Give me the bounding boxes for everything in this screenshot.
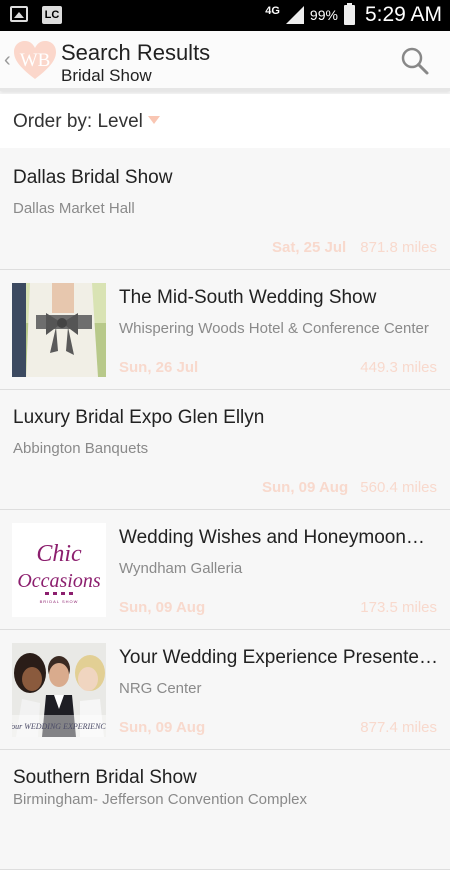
event-date: Sun, 09 Aug xyxy=(119,599,206,616)
svg-text:BRIDAL SHOW: BRIDAL SHOW xyxy=(40,599,79,604)
list-item[interactable]: Southern Bridal Show Birmingham- Jeffers… xyxy=(0,750,450,870)
app-logo[interactable]: WB xyxy=(14,41,56,81)
event-distance: 173.5 miles xyxy=(360,599,437,616)
list-item[interactable]: Chic Occasions BRIDAL SHOW Wedding Wishe… xyxy=(0,510,450,630)
page-subtitle: Bridal Show xyxy=(61,66,152,85)
order-by-dropdown[interactable]: Order by: Level xyxy=(0,94,450,148)
event-name: Southern Bridal Show xyxy=(13,767,197,788)
app-bar: ‹ WB Search Results Bridal Show xyxy=(0,31,450,91)
event-venue: Abbington Banquets xyxy=(13,440,149,457)
battery-percent: 99% xyxy=(309,7,338,23)
event-name: Your Wedding Experience Presented… xyxy=(119,647,439,668)
search-icon[interactable] xyxy=(400,46,430,76)
order-by-label: Order by: Level xyxy=(13,111,143,132)
back-chevron-icon[interactable]: ‹ xyxy=(4,49,11,72)
list-item[interactable]: The Mid-South Wedding Show Whispering Wo… xyxy=(0,270,450,390)
event-distance: 871.8 miles xyxy=(360,239,437,256)
event-distance: 877.4 miles xyxy=(360,719,437,736)
event-name: The Mid-South Wedding Show xyxy=(119,287,377,308)
event-venue: Dallas Market Hall xyxy=(13,200,135,217)
event-venue: NRG Center xyxy=(119,680,202,697)
logo-text: WB xyxy=(20,50,51,71)
logo-text-line2: Occasions xyxy=(17,570,101,592)
couple-photo-thumbnail: Your WEDDING EXPERIENCE xyxy=(12,643,106,737)
event-date: Sat, 25 Jul xyxy=(272,239,347,256)
list-item[interactable]: Luxury Bridal Expo Glen Ellyn Abbington … xyxy=(0,390,450,510)
network-type: 4G xyxy=(265,5,280,17)
dropdown-caret-icon xyxy=(148,116,160,124)
event-distance: 560.4 miles xyxy=(360,479,437,496)
event-distance: 449.3 miles xyxy=(360,359,437,376)
battery-icon xyxy=(343,3,355,25)
chic-occasions-logo-thumbnail: Chic Occasions BRIDAL SHOW xyxy=(12,523,106,617)
signal-icon xyxy=(285,6,304,24)
logo-text-line1: Chic xyxy=(36,541,82,567)
dress-photo-thumbnail xyxy=(12,283,106,377)
event-name: Luxury Bridal Expo Glen Ellyn xyxy=(13,407,265,428)
thumb-caption: Your WEDDING EXPERIENCE xyxy=(12,722,106,731)
lc-notification-icon: LC xyxy=(42,6,62,24)
results-list: Dallas Bridal Show Dallas Market Hall Sa… xyxy=(0,150,450,870)
list-item[interactable]: Your WEDDING EXPERIENCE Your Wedding Exp… xyxy=(0,630,450,750)
event-name: Dallas Bridal Show xyxy=(13,167,173,188)
list-item[interactable]: Dallas Bridal Show Dallas Market Hall Sa… xyxy=(0,150,450,270)
event-date: Sun, 09 Aug xyxy=(262,479,349,496)
event-date: Sun, 09 Aug xyxy=(119,719,206,736)
event-venue: Wyndham Galleria xyxy=(119,560,243,577)
event-name: Wedding Wishes and Honeymoon… xyxy=(119,527,425,548)
clock: 5:29 AM xyxy=(364,3,442,26)
page-title: Search Results xyxy=(61,40,211,65)
event-venue: Whispering Woods Hotel & Conference Cent… xyxy=(119,320,429,337)
event-date: Sun, 26 Jul xyxy=(119,359,199,376)
status-bar: LC 4G 99% 5:29 AM xyxy=(0,0,450,31)
gallery-notification-icon xyxy=(10,6,28,22)
